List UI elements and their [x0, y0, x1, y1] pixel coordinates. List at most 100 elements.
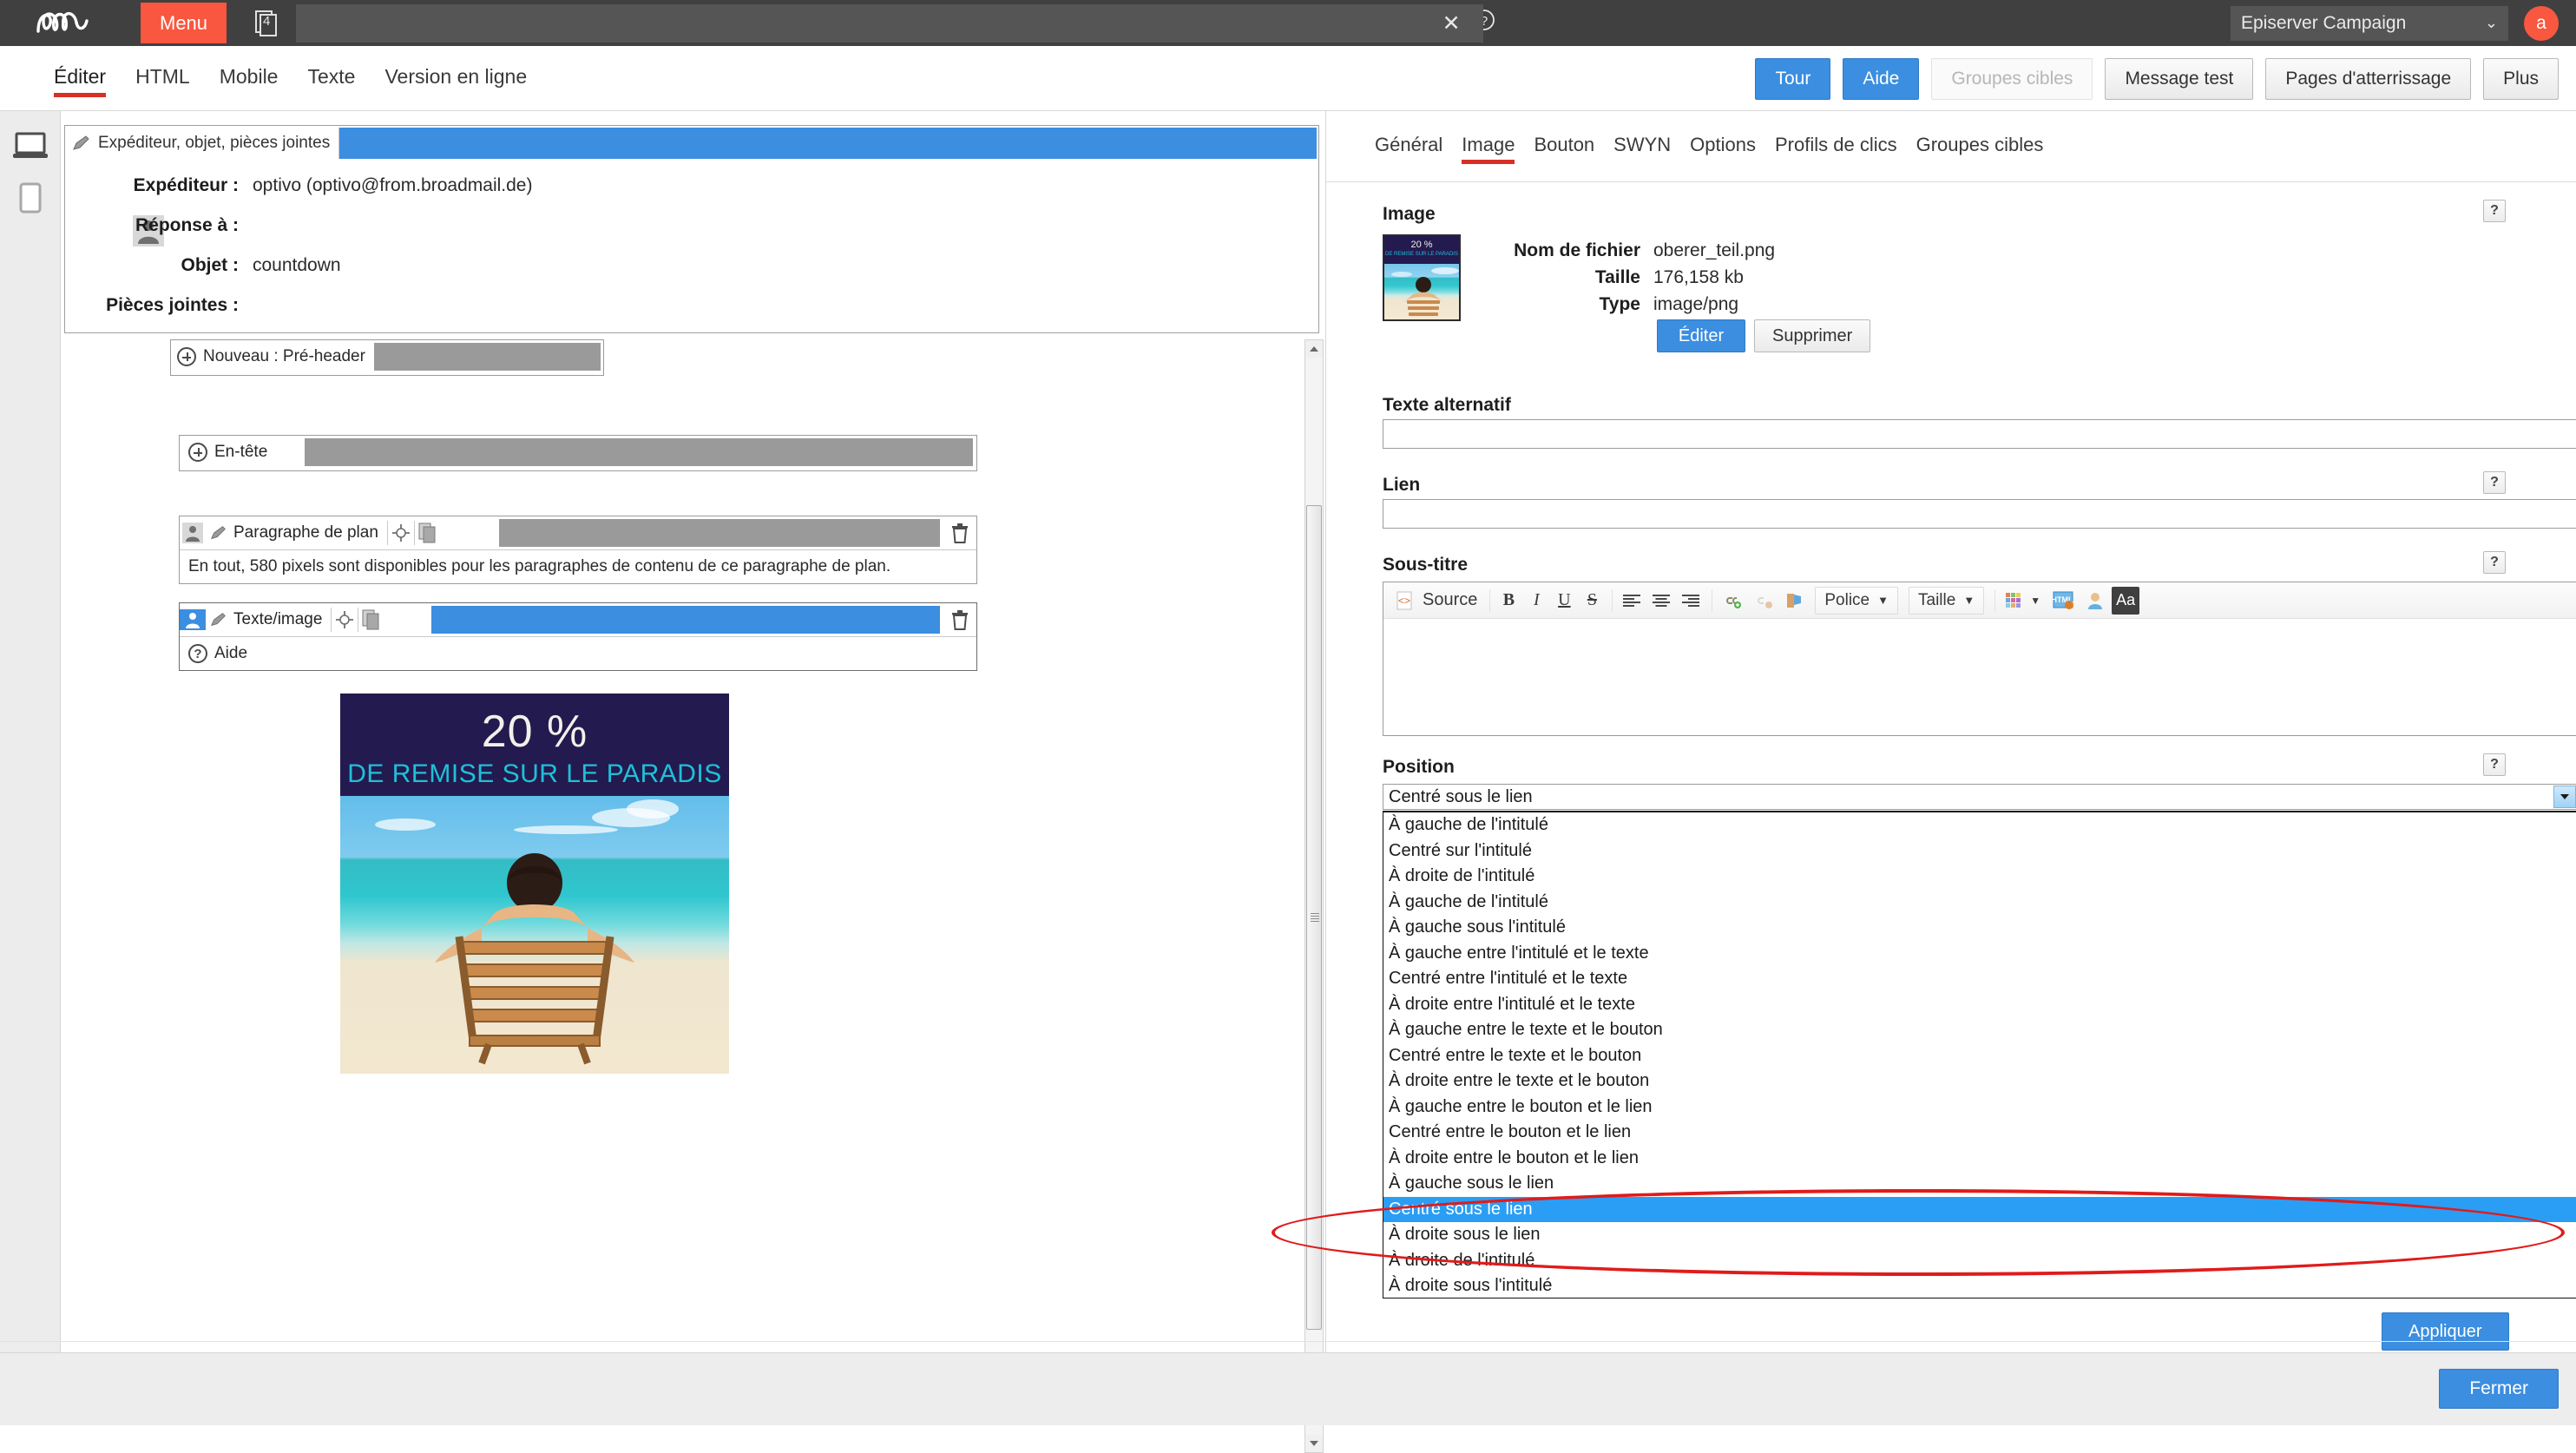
delete-image-button[interactable]: Supprimer	[1754, 319, 1871, 352]
sender-subject-card-title[interactable]: Expéditeur, objet, pièces jointes	[67, 128, 340, 159]
bold-button[interactable]: B	[1495, 587, 1521, 615]
email-content-scroll[interactable]: Nouveau : Pré-header En-tête Paragraphe …	[64, 339, 1303, 1453]
position-option[interactable]: Centré sur l'intitulé	[1383, 838, 2576, 865]
copy-icon[interactable]	[358, 609, 384, 630]
pages-atterrissage-button[interactable]: Pages d'atterrissage	[2265, 58, 2472, 100]
editor-vertical-scrollbar[interactable]	[1304, 339, 1324, 1453]
text-color-icon[interactable]: ▼	[2001, 587, 2046, 615]
tab-version-en-ligne[interactable]: Version en ligne	[384, 65, 527, 97]
position-option[interactable]: À droite de l'intitulé	[1383, 864, 2576, 890]
documents-icon[interactable]: 4	[251, 4, 284, 43]
apply-button[interactable]: Appliquer	[2382, 1312, 2509, 1351]
field-value[interactable]: countdown	[253, 255, 341, 276]
tab-image[interactable]: Image	[1462, 134, 1515, 164]
align-center-icon[interactable]	[1647, 587, 1675, 615]
position-option[interactable]: Centré sous le lien	[1383, 1196, 2576, 1222]
size-select[interactable]: Taille ▼	[1909, 586, 1985, 615]
image-help-button[interactable]: ?	[2483, 200, 2506, 222]
email-banner-image[interactable]: 20 % DE REMISE SUR LE PARADIS	[340, 694, 729, 1074]
module-paragraphe-de-plan[interactable]: Paragraphe de plan En tout, 580 pixels s…	[179, 516, 977, 584]
tab-swyn[interactable]: SWYN	[1613, 134, 1671, 164]
html-snippet-icon[interactable]: HTML	[2047, 587, 2079, 615]
delete-icon[interactable]	[947, 609, 973, 630]
tab-html[interactable]: HTML	[135, 65, 190, 97]
tour-button[interactable]: Tour	[1755, 58, 1831, 100]
position-option[interactable]: À droite entre le texte et le bouton	[1383, 1068, 2576, 1095]
tab-groupes-cibles[interactable]: Groupes cibles	[1916, 134, 2044, 164]
close-button[interactable]: Fermer	[2439, 1369, 2559, 1409]
align-left-icon[interactable]	[1618, 587, 1646, 615]
module-add-header[interactable]: En-tête	[180, 443, 276, 462]
subtitle-editor-body[interactable]	[1383, 619, 2576, 735]
tab-editer[interactable]: Éditer	[54, 65, 107, 97]
aide-button[interactable]: Aide	[1843, 58, 1920, 100]
text-case-button[interactable]: Aa	[2112, 586, 2140, 615]
position-option[interactable]: À gauche entre l'intitulé et le texte	[1383, 941, 2576, 967]
strikethrough-button[interactable]: S	[1579, 587, 1605, 615]
tab-bouton[interactable]: Bouton	[1534, 134, 1594, 164]
module-en-tete[interactable]: En-tête	[179, 435, 977, 471]
add-preheader-button[interactable]: Nouveau : Pré-header	[172, 341, 374, 372]
position-option[interactable]: À gauche de l'intitulé	[1383, 890, 2576, 916]
position-option[interactable]: À droite sous l'intitulé	[1383, 1273, 2576, 1298]
move-icon[interactable]	[388, 523, 414, 542]
close-icon[interactable]: ✕	[1438, 10, 1464, 36]
preheader-module[interactable]: Nouveau : Pré-header	[170, 339, 604, 376]
client-select[interactable]: Episerver Campaign ⌄	[2231, 5, 2508, 41]
tab-general[interactable]: Général	[1375, 134, 1442, 164]
align-right-icon[interactable]	[1677, 587, 1705, 615]
image-thumbnail-container[interactable]: 20 % DE REMISE SUR LE PARADIS	[1383, 234, 1461, 321]
position-option[interactable]: À droite sous le lien	[1383, 1222, 2576, 1248]
underline-button[interactable]: U	[1551, 587, 1577, 615]
tab-texte[interactable]: Texte	[307, 65, 355, 97]
pencil-icon[interactable]	[206, 525, 232, 541]
position-option[interactable]: À gauche sous l'intitulé	[1383, 915, 2576, 941]
scrollbar-thumb[interactable]	[1306, 505, 1322, 1330]
subtitle-rich-text-editor[interactable]: <> Source B I U S Police ▼ Taille ▼ ▼ HT…	[1383, 582, 2576, 736]
insert-link-icon[interactable]	[1718, 587, 1747, 615]
avatar[interactable]: a	[2524, 5, 2559, 41]
link-input[interactable]	[1383, 499, 2576, 529]
anchor-icon[interactable]	[1780, 587, 1808, 615]
alt-text-input[interactable]	[1383, 419, 2576, 449]
position-option[interactable]: À gauche entre le texte et le bouton	[1383, 1017, 2576, 1043]
position-option[interactable]: À droite entre le bouton et le lien	[1383, 1146, 2576, 1172]
link-help-button[interactable]: ?	[2483, 471, 2506, 494]
position-option[interactable]: Centré entre l'intitulé et le texte	[1383, 966, 2576, 992]
person-icon[interactable]	[180, 523, 206, 543]
subtitle-help-button[interactable]: ?	[2483, 551, 2506, 574]
personalization-icon[interactable]	[2080, 587, 2110, 615]
source-button[interactable]: <> Source	[1390, 587, 1482, 615]
position-option[interactable]: À gauche sous le lien	[1383, 1171, 2576, 1197]
image-thumbnail[interactable]: 20 % DE REMISE SUR LE PARADIS	[1383, 234, 1461, 321]
plus-button[interactable]: Plus	[2483, 58, 2559, 100]
remove-link-icon[interactable]	[1749, 587, 1778, 615]
position-options-list[interactable]: À gauche de l'intitulé Centré sur l'intit…	[1383, 811, 2576, 1298]
tab-mobile[interactable]: Mobile	[220, 65, 279, 97]
field-value[interactable]: optivo (optivo@from.broadmail.de)	[253, 175, 532, 196]
tab-options[interactable]: Options	[1690, 134, 1756, 164]
position-option[interactable]: À droite entre l'intitulé et le texte	[1383, 992, 2576, 1018]
font-select[interactable]: Police ▼	[1815, 586, 1898, 615]
menu-button[interactable]: Menu	[141, 3, 227, 43]
module-help-row[interactable]: ? Aide	[180, 636, 976, 670]
scroll-up-arrow-icon[interactable]	[1305, 340, 1323, 358]
dropdown-arrow-icon[interactable]	[2553, 786, 2576, 808]
tab-profils-de-clics[interactable]: Profils de clics	[1775, 134, 1897, 164]
pencil-icon[interactable]	[206, 612, 232, 628]
move-icon[interactable]	[332, 610, 358, 629]
position-option[interactable]: Centré entre le bouton et le lien	[1383, 1120, 2576, 1146]
module-texte-image[interactable]: Texte/image ? Aide	[179, 602, 977, 671]
position-select[interactable]: Centré sous le lien	[1383, 784, 2576, 810]
italic-button[interactable]: I	[1523, 587, 1549, 615]
position-option[interactable]: À gauche de l'intitulé	[1383, 812, 2576, 838]
desktop-preview-icon[interactable]	[11, 132, 49, 163]
position-option[interactable]: À droite de l'intitulé	[1383, 1248, 2576, 1274]
copy-icon[interactable]	[415, 523, 441, 543]
mobile-preview-icon[interactable]	[19, 182, 42, 214]
global-search-input[interactable]	[296, 3, 1484, 43]
message-test-button[interactable]: Message test	[2105, 58, 2254, 100]
position-help-button[interactable]: ?	[2483, 753, 2506, 776]
position-option[interactable]: À gauche entre le bouton et le lien	[1383, 1095, 2576, 1121]
edit-image-button[interactable]: Éditer	[1657, 319, 1745, 352]
